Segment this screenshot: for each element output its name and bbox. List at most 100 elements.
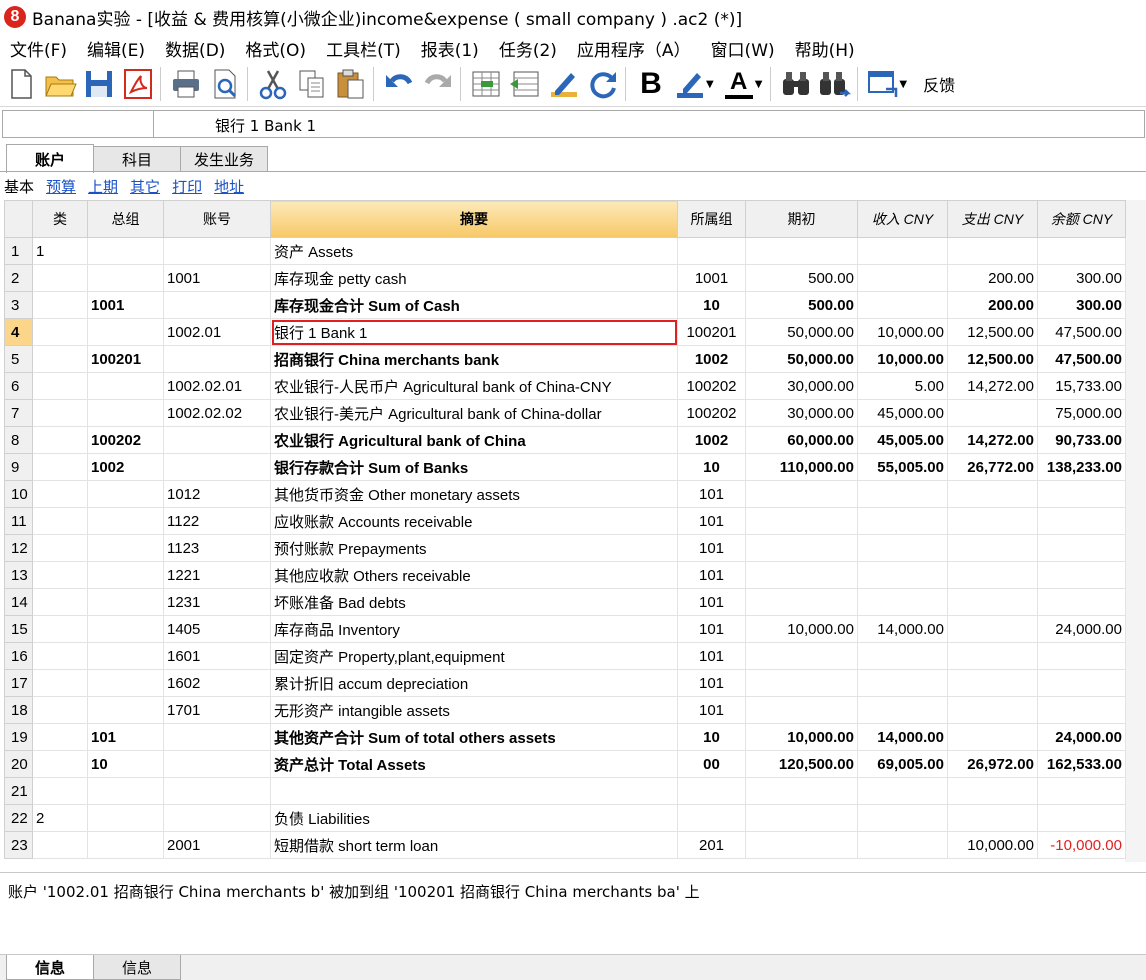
cell-expenses[interactable] (947, 804, 1038, 832)
cell-income[interactable] (857, 642, 948, 670)
cell-income[interactable] (857, 480, 948, 508)
cell-description[interactable]: 农业银行-人民币户 Agricultural bank of China-CNY (270, 372, 678, 400)
cell-expenses[interactable] (947, 777, 1038, 805)
cell-opening[interactable]: 50,000.00 (745, 345, 858, 373)
menu-help[interactable]: 帮助(H) (795, 36, 855, 61)
cell-expenses[interactable]: 200.00 (947, 264, 1038, 292)
cell-expenses[interactable] (947, 642, 1038, 670)
column-header-opening[interactable]: 期初 (745, 200, 858, 238)
menu-edit[interactable]: 编辑(E) (87, 36, 145, 61)
cell-description[interactable]: 库存现金 petty cash (270, 264, 678, 292)
cell-opening[interactable] (745, 561, 858, 589)
cell-expenses[interactable] (947, 588, 1038, 616)
cell-group[interactable]: 101 (677, 534, 746, 562)
cell-group[interactable]: 100202 (677, 399, 746, 427)
cell-gr[interactable]: 1001 (87, 291, 164, 319)
cell-gr[interactable] (87, 615, 164, 643)
chevron-down-icon[interactable]: ▼ (706, 79, 714, 90)
cell-account[interactable]: 1701 (163, 696, 271, 724)
cell-balance[interactable]: 75,000.00 (1037, 399, 1126, 427)
cell-gr[interactable] (87, 561, 164, 589)
column-header-account[interactable]: 账号 (163, 200, 271, 238)
cell-income[interactable] (857, 588, 948, 616)
cell-class[interactable] (32, 642, 88, 670)
cell-expenses[interactable] (947, 615, 1038, 643)
cell-balance[interactable]: 300.00 (1037, 291, 1126, 319)
bold-icon[interactable]: B (633, 66, 669, 102)
cell-class[interactable] (32, 318, 88, 346)
cell-class[interactable] (32, 453, 88, 481)
cell-opening[interactable] (745, 534, 858, 562)
cell-income[interactable]: 45,005.00 (857, 426, 948, 454)
cell-expenses[interactable] (947, 561, 1038, 589)
cell-class[interactable] (32, 588, 88, 616)
cell-group[interactable]: 101 (677, 561, 746, 589)
cell-class[interactable] (32, 372, 88, 400)
cell-account[interactable]: 1601 (163, 642, 271, 670)
cell-class[interactable] (32, 615, 88, 643)
cell-description[interactable]: 其他应收款 Others receivable (270, 561, 678, 589)
cell-class[interactable] (32, 669, 88, 697)
cell-description[interactable]: 短期借款 short term loan (270, 831, 678, 859)
cell-income[interactable] (857, 507, 948, 535)
cell-income[interactable]: 14,000.00 (857, 615, 948, 643)
cell-class[interactable] (32, 345, 88, 373)
chevron-down-icon[interactable]: ▼ (899, 79, 907, 90)
cell-balance[interactable]: 47,500.00 (1037, 345, 1126, 373)
cell-description[interactable]: 应收账款 Accounts receivable (270, 507, 678, 535)
cell-opening[interactable]: 10,000.00 (745, 723, 858, 751)
cell-gr[interactable] (87, 318, 164, 346)
cell-expenses[interactable]: 14,272.00 (947, 426, 1038, 454)
cell-expenses[interactable]: 26,972.00 (947, 750, 1038, 778)
cell-account[interactable] (163, 345, 271, 373)
cell-group[interactable] (677, 777, 746, 805)
menu-toolbar[interactable]: 工具栏(T) (326, 36, 401, 61)
cell-account[interactable]: 1002.02.01 (163, 372, 271, 400)
cell-description[interactable]: 银行存款合计 Sum of Banks (270, 453, 678, 481)
cell-account[interactable]: 1231 (163, 588, 271, 616)
edit-pen-icon[interactable] (546, 66, 582, 102)
view-budget[interactable]: 预算 (46, 176, 76, 198)
cell-account[interactable] (163, 426, 271, 454)
cell-expenses[interactable] (947, 696, 1038, 724)
cell-balance[interactable] (1037, 588, 1126, 616)
cell-account[interactable] (163, 453, 271, 481)
cell-account[interactable]: 1221 (163, 561, 271, 589)
cell-group[interactable]: 101 (677, 615, 746, 643)
cell-opening[interactable]: 60,000.00 (745, 426, 858, 454)
cell-class[interactable] (32, 831, 88, 859)
cell-balance[interactable]: 24,000.00 (1037, 615, 1126, 643)
cell-balance[interactable]: -10,000.00 (1037, 831, 1126, 859)
cell-class[interactable]: 1 (32, 237, 88, 265)
cell-description[interactable]: 其他资产合计 Sum of total others assets (270, 723, 678, 751)
cell-class[interactable] (32, 264, 88, 292)
cell-group[interactable]: 101 (677, 507, 746, 535)
cell-opening[interactable] (745, 588, 858, 616)
cell-class[interactable] (32, 750, 88, 778)
chevron-down-icon[interactable]: ▼ (755, 79, 763, 90)
cell-description[interactable]: 农业银行-美元户 Agricultural bank of China-doll… (270, 399, 678, 427)
table-row[interactable]: 19 101 其他资产合计 Sum of total others assets 10… (4, 723, 1126, 751)
cell-opening[interactable] (745, 669, 858, 697)
cell-balance[interactable]: 47,500.00 (1037, 318, 1126, 346)
save-icon[interactable] (81, 66, 117, 102)
cell-income[interactable]: 5.00 (857, 372, 948, 400)
column-header-expenses[interactable]: 支出 CNY (947, 200, 1038, 238)
cell-group[interactable] (677, 237, 746, 265)
cell-group[interactable]: 101 (677, 480, 746, 508)
cell-balance[interactable] (1037, 534, 1126, 562)
cell-content-bar[interactable]: 银行 1 Bank 1 (2, 110, 1145, 138)
redo-icon[interactable] (420, 66, 456, 102)
tab-info-secondary[interactable]: 信息 (93, 955, 181, 980)
cell-group[interactable]: 10 (677, 723, 746, 751)
cell-description[interactable]: 资产 Assets (270, 237, 678, 265)
tab-transactions[interactable]: 发生业务 (180, 146, 268, 172)
cell-group[interactable]: 101 (677, 696, 746, 724)
cell-account[interactable]: 1122 (163, 507, 271, 535)
pdf-icon[interactable] (120, 66, 156, 102)
window-layout-icon[interactable] (865, 66, 901, 102)
cell-income[interactable]: 10,000.00 (857, 345, 948, 373)
table-row[interactable]: 22 2 负债 Liabilities (4, 804, 1126, 832)
cell-expenses[interactable] (947, 723, 1038, 751)
table-row[interactable]: 4 1002.01 银行 1 Bank 1 100201 50,000.00 10,000… (4, 318, 1126, 346)
